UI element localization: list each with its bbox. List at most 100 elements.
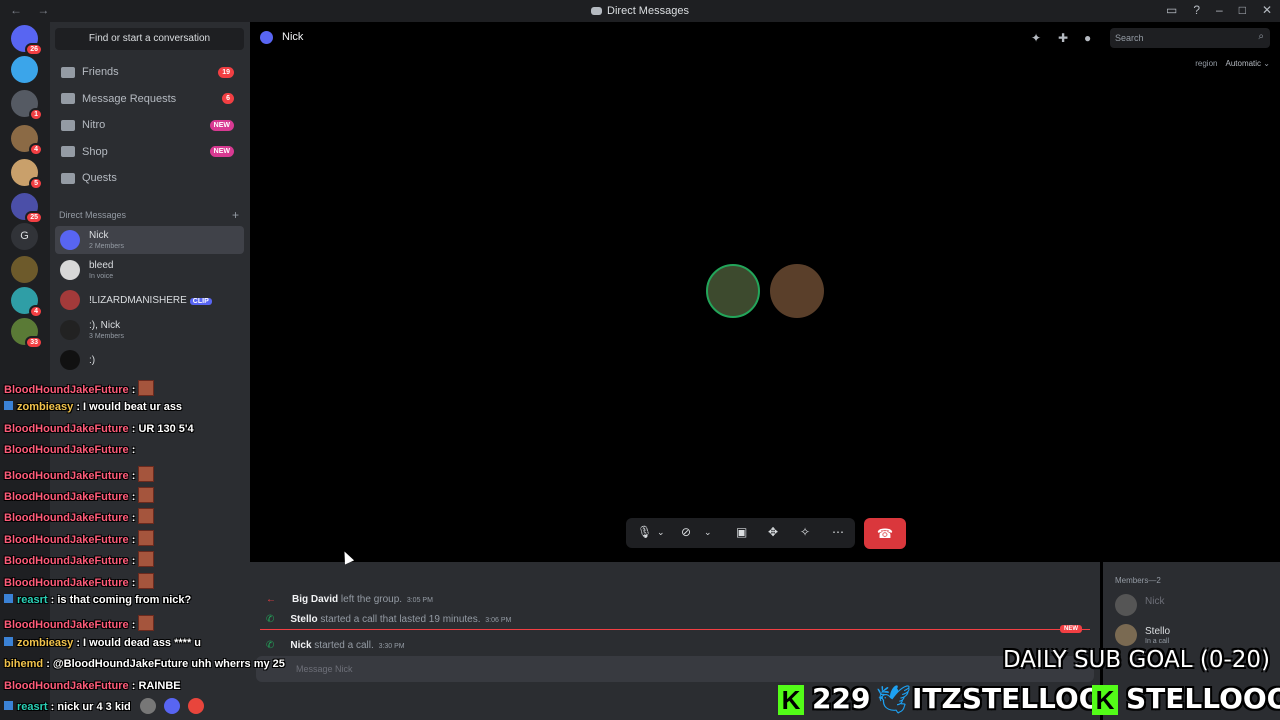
kick-icon: K: [1092, 685, 1118, 715]
member-name: Nick: [1145, 596, 1165, 607]
emote-image: [138, 487, 155, 503]
message-requests-icon: [61, 93, 75, 105]
dm-item[interactable]: bleed In voice: [55, 256, 244, 284]
activities-icon[interactable]: ✥: [768, 525, 778, 539]
screen-share-icon[interactable]: ▣: [736, 525, 747, 539]
overlay-chat-line: zombieasy : I would beat ur ass: [4, 401, 182, 421]
more-options-icon[interactable]: ⋯: [832, 525, 844, 539]
chat-message: : @BloodHoundJakeFuture uhh wherrs my 25: [46, 658, 285, 671]
create-dm-icon[interactable]: +: [232, 208, 239, 222]
inbox-icon[interactable]: ▭: [1166, 3, 1177, 17]
chevron-down-icon[interactable]: ⌄: [657, 527, 665, 538]
pin-icon[interactable]: ✦: [1031, 31, 1044, 45]
channel-header: Nick ✦ ✚ ● Search ⌕: [250, 22, 1280, 54]
chat-message: :: [131, 384, 136, 396]
members-icon[interactable]: ●: [1084, 31, 1097, 45]
platform-icon: [4, 701, 13, 710]
participant-avatar[interactable]: [706, 264, 760, 318]
nav-friends[interactable]: Friends 19: [55, 60, 244, 84]
dm-header-label: Direct Messages: [59, 210, 127, 220]
nav-shop[interactable]: Shop NEW: [55, 140, 244, 164]
server-icon[interactable]: 33: [11, 318, 43, 349]
server-icon[interactable]: 26: [11, 25, 43, 56]
server-icon[interactable]: 4: [11, 287, 43, 318]
nav-badge: 19: [218, 66, 234, 78]
maximize-button[interactable]: □: [1239, 3, 1246, 17]
chat-username: BloodHoundJakeFuture: [4, 619, 129, 632]
social-banner: K 229 🕊 ITZSTELLOO K STELLOOO: [776, 681, 1280, 717]
app-icon[interactable]: [140, 698, 156, 714]
group-dm-icon: [260, 31, 273, 44]
chat-username: BloodHoundJakeFuture: [4, 491, 129, 503]
message-input[interactable]: Message Nick: [256, 656, 1094, 682]
emote-image: [138, 615, 155, 632]
chat-username: BloodHoundJakeFuture: [4, 512, 129, 525]
overlay-chat-line: BloodHoundJakeFuture :: [4, 572, 155, 593]
microphone-icon[interactable]: 🎙: [637, 525, 652, 539]
server-icon[interactable]: 1: [11, 90, 43, 121]
chat-message: :: [131, 555, 136, 568]
find-conversation-button[interactable]: Find or start a conversation: [55, 28, 244, 50]
nav-label: Message Requests: [82, 92, 177, 105]
member-item[interactable]: Nick: [1115, 594, 1275, 618]
title-bar: ← → Direct Messages ▭ ? – □ ✕: [0, 0, 1280, 22]
minimize-button[interactable]: –: [1216, 3, 1223, 17]
overlay-chat-line: BloodHoundJakeFuture :: [4, 380, 155, 400]
overlay-chat-line: bihemd : @BloodHoundJakeFuture uhh wherr…: [4, 658, 285, 678]
dm-item[interactable]: Nick 2 Members: [55, 226, 244, 254]
chat-message: : I would dead ass **** u: [76, 636, 202, 649]
call-view: Nick ✦ ✚ ● Search ⌕ region Automatic ⌄ 🎙 ⌄…: [250, 22, 1280, 720]
chevron-down-icon[interactable]: ⌄: [704, 527, 712, 538]
dm-subtitle: In voice: [89, 273, 114, 280]
server-icon[interactable]: [11, 56, 38, 83]
overlay-chat-line: zombieasy : I would dead ass **** u: [4, 636, 202, 657]
avatar: [60, 320, 80, 340]
server-icon[interactable]: [11, 256, 38, 283]
server-icon[interactable]: 5: [11, 159, 43, 190]
avatar: [60, 290, 80, 310]
server-icon[interactable]: 4: [11, 125, 43, 156]
camera-off-icon[interactable]: ⊘: [681, 525, 691, 539]
disconnect-button[interactable]: ☎: [864, 518, 906, 549]
server-icon[interactable]: G: [11, 223, 38, 250]
chat-username: zombieasy: [17, 636, 74, 649]
mention-badge: 26: [25, 43, 43, 56]
member-status: In a call: [1145, 638, 1170, 645]
add-friends-icon[interactable]: ✚: [1058, 31, 1071, 45]
member-item[interactable]: Stello In a call: [1115, 624, 1275, 648]
avatar: [1115, 594, 1137, 616]
search-icon: ⌕: [1258, 31, 1264, 42]
call-controls: 🎙 ⌄ ⊘ ⌄ ▣ ✥ ✧ ⋯: [626, 518, 855, 548]
dm-item[interactable]: !LIZARDMANISHERE CLIP: [55, 286, 244, 314]
dm-item[interactable]: :): [55, 346, 244, 374]
twitter-handle: ITZSTELLOO: [912, 682, 1103, 715]
chat-username: BloodHoundJakeFuture: [4, 555, 129, 568]
clip-badge: CLIP: [189, 298, 212, 305]
participant-avatar[interactable]: [770, 264, 824, 318]
taskbar-icons: [140, 698, 204, 718]
avatar: [60, 350, 80, 370]
twitter-icon: 🕊: [876, 684, 912, 715]
overlay-chat-line: reasrt : is that coming from nick?: [4, 594, 191, 614]
soundboard-icon[interactable]: ✧: [800, 525, 810, 539]
region-value[interactable]: Automatic: [1225, 59, 1261, 68]
search-input[interactable]: Search ⌕: [1110, 28, 1270, 48]
dm-item[interactable]: :), Nick 3 Members: [55, 316, 244, 344]
nav-quests[interactable]: Quests: [55, 166, 244, 190]
overlay-chat-line: BloodHoundJakeFuture :: [4, 444, 135, 464]
discord-taskbar-icon[interactable]: [164, 698, 180, 714]
region-selector[interactable]: region Automatic ⌄: [1195, 59, 1270, 68]
overlay-chat-line: BloodHoundJakeFuture :: [4, 487, 155, 507]
nav-nitro[interactable]: Nitro NEW: [55, 113, 244, 137]
event-text: left the group.: [340, 594, 403, 605]
server-icon[interactable]: 25: [11, 193, 43, 224]
nav-message-requests[interactable]: Message Requests 6: [55, 87, 244, 111]
platform-icon: [4, 594, 13, 603]
close-button[interactable]: ✕: [1262, 3, 1272, 17]
nav-label: Shop: [82, 145, 108, 158]
chat-username: reasrt: [17, 594, 48, 606]
overlay-chat-line: BloodHoundJakeFuture :: [4, 551, 155, 571]
chrome-icon[interactable]: [188, 698, 204, 714]
kick-icon: K: [778, 685, 804, 715]
help-icon[interactable]: ?: [1193, 3, 1200, 17]
